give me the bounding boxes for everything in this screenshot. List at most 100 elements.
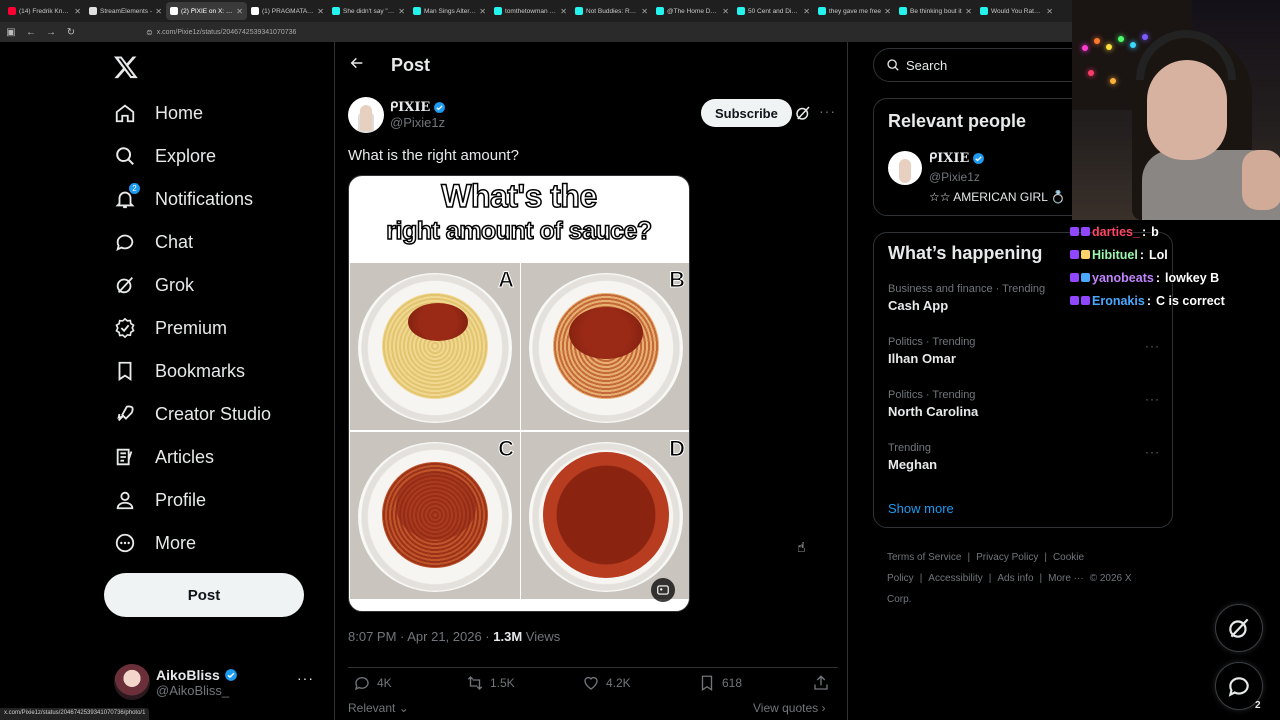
forward-nav-icon[interactable]: → <box>46 27 56 38</box>
close-icon[interactable]: ✕ <box>155 7 162 16</box>
trend-more-icon[interactable]: ··· <box>1145 445 1160 459</box>
bookmark-button[interactable]: 618 <box>698 674 742 692</box>
sidebar-item-notifications[interactable]: 2 Notifications <box>113 181 253 217</box>
browser-tab[interactable]: tomthetowman (@ ✕ <box>490 2 571 20</box>
footer-link[interactable]: Privacy Policy <box>976 552 1038 563</box>
grok-floating-button[interactable] <box>1215 604 1263 652</box>
like-button[interactable]: 4.2K <box>582 674 631 692</box>
image-edit-icon[interactable] <box>651 578 675 602</box>
sidebar-item-chat[interactable]: Chat <box>113 224 193 260</box>
trend-item[interactable]: Politics · Trending Ilhan Omar <box>888 336 975 366</box>
relevant-people-title: Relevant people <box>888 111 1027 131</box>
browser-tab[interactable]: Not Buddies: Resp ✕ <box>571 2 652 20</box>
close-icon[interactable]: ✕ <box>74 7 81 16</box>
footer-link[interactable]: Accessibility <box>928 573 982 584</box>
close-icon[interactable]: ✕ <box>236 7 243 16</box>
browser-tab[interactable]: (2) ᑭIXIE on X: "Wh ✕ <box>166 2 247 20</box>
close-icon[interactable]: ✕ <box>722 7 729 16</box>
sidebar-toggle-icon[interactable]: ▣ <box>6 27 16 38</box>
close-icon[interactable]: ✕ <box>317 7 324 16</box>
relevant-person-name[interactable]: ᑭIXIE <box>929 151 985 166</box>
trend-more-icon[interactable]: ··· <box>1145 392 1160 406</box>
sidebar-item-bookmarks[interactable]: Bookmarks <box>113 353 245 389</box>
post-image[interactable]: What's the right amount of sauce? A B C … <box>348 175 690 612</box>
mouse-cursor-icon: ☝ <box>797 539 806 555</box>
timestamp-text: 8:07 PM · Apr 21, 2026 · <box>348 629 494 644</box>
browser-tab[interactable]: @The Home Depot ✕ <box>652 2 733 20</box>
sidebar-item-grok[interactable]: Grok <box>113 267 194 303</box>
browser-tab[interactable]: Be thinking bout it ✕ <box>895 2 976 20</box>
account-name: AikoBliss <box>156 667 238 683</box>
close-icon[interactable]: ✕ <box>965 7 972 16</box>
sidebar-item-explore[interactable]: Explore <box>113 138 216 174</box>
show-more-link[interactable]: Show more <box>888 501 954 516</box>
footer-link[interactable]: Ads info <box>997 573 1033 584</box>
tab-label: 50 Cent and Diddy <box>748 7 801 15</box>
account-switcher[interactable]: AikoBliss @AikoBliss_ ··· <box>114 662 324 702</box>
author-name[interactable]: ᑭIXIE <box>390 100 446 115</box>
author-handle[interactable]: @Pixie1z <box>390 115 446 130</box>
back-arrow-icon[interactable] <box>349 55 365 76</box>
browser-tab[interactable]: they gave me free ✕ <box>814 2 895 20</box>
trend-more-icon[interactable]: ··· <box>1145 339 1160 353</box>
reply-button[interactable]: 4K <box>353 674 392 692</box>
post-button[interactable]: Post <box>104 573 304 617</box>
url-field[interactable]: ⊜ x.com/Pixie1z/status/20467425393410707… <box>146 28 296 37</box>
trend-item[interactable]: Business and finance · Trending Cash App <box>888 283 1045 313</box>
chat-bubble-icon <box>1228 677 1249 697</box>
reload-icon[interactable]: ↻ <box>66 27 76 38</box>
browser-tab[interactable]: Would You Rather? ✕ <box>976 2 1057 20</box>
trend-item[interactable]: Politics · Trending North Carolina <box>888 389 978 419</box>
close-icon[interactable]: ✕ <box>479 7 486 16</box>
trend-item[interactable]: Trending Meghan <box>888 442 937 472</box>
footer-link[interactable]: Terms of Service <box>887 552 961 563</box>
close-icon[interactable]: ✕ <box>803 7 810 16</box>
browser-tab[interactable]: Man Sings Alternat ✕ <box>409 2 490 20</box>
account-more-icon[interactable]: ··· <box>297 670 314 686</box>
footer-link[interactable]: More ··· <box>1048 573 1084 584</box>
tab-favicon-icon <box>8 7 16 15</box>
trend-name: North Carolina <box>888 404 979 419</box>
sidebar-item-more[interactable]: More <box>113 525 196 561</box>
repost-button[interactable]: 1.5K <box>466 674 515 692</box>
status-bar-url: x.com/Pixie1z/status/2046742539341070736… <box>0 708 150 720</box>
url-text: x.com/Pixie1z/status/2046742539341070736 <box>156 28 297 36</box>
option-label: A <box>498 267 515 293</box>
relevant-person-name-text: ᑭIXIE <box>929 151 970 166</box>
pasta-option-a: A <box>350 263 520 430</box>
grok-icon[interactable] <box>794 104 812 122</box>
tab-label: (14) Fredrik Knudse <box>19 7 72 15</box>
browser-tab[interactable]: She didn't say "Tho ✕ <box>328 2 409 20</box>
browser-tab[interactable]: (14) Fredrik Knudse ✕ <box>4 2 85 20</box>
search-box[interactable] <box>873 48 1093 82</box>
share-button[interactable] <box>812 674 830 692</box>
close-icon[interactable]: ✕ <box>560 7 567 16</box>
chat-badge-icon <box>1070 273 1079 282</box>
relevant-person-avatar[interactable] <box>888 151 922 185</box>
search-input[interactable] <box>906 57 1056 73</box>
browser-tab[interactable]: (1) PRAGMATA on X:✕ <box>247 2 328 20</box>
close-icon[interactable]: ✕ <box>398 7 405 16</box>
close-icon[interactable]: ✕ <box>1046 7 1053 16</box>
grok-icon <box>1229 618 1249 638</box>
site-info-icon[interactable]: ⊜ <box>146 28 153 37</box>
back-nav-icon[interactable]: ← <box>26 27 36 38</box>
relevant-person-handle[interactable]: @Pixie1z <box>929 170 980 184</box>
sidebar-item-home[interactable]: Home <box>113 95 203 131</box>
author-avatar[interactable] <box>348 97 384 133</box>
sidebar-item-articles[interactable]: Articles <box>113 439 214 475</box>
browser-tab[interactable]: 50 Cent and Diddy ✕ <box>733 2 814 20</box>
sidebar-item-label: Notifications <box>155 188 254 209</box>
close-icon[interactable]: ✕ <box>884 7 891 16</box>
sidebar-item-premium[interactable]: Premium <box>113 310 227 346</box>
sidebar-item-creator-studio[interactable]: Creator Studio <box>113 396 271 432</box>
close-icon[interactable]: ✕ <box>641 7 648 16</box>
x-logo-icon[interactable] <box>113 54 139 80</box>
view-quotes-link[interactable]: View quotes › <box>753 701 826 715</box>
view-quotes-label: View quotes <box>753 701 819 715</box>
reply-sort-dropdown[interactable]: Relevant ⌄ <box>348 701 409 715</box>
more-options-icon[interactable]: ··· <box>819 103 836 119</box>
sidebar-item-profile[interactable]: Profile <box>113 482 206 518</box>
browser-tab[interactable]: StreamElements - ✕ <box>85 2 166 20</box>
subscribe-button[interactable]: Subscribe <box>701 99 792 127</box>
